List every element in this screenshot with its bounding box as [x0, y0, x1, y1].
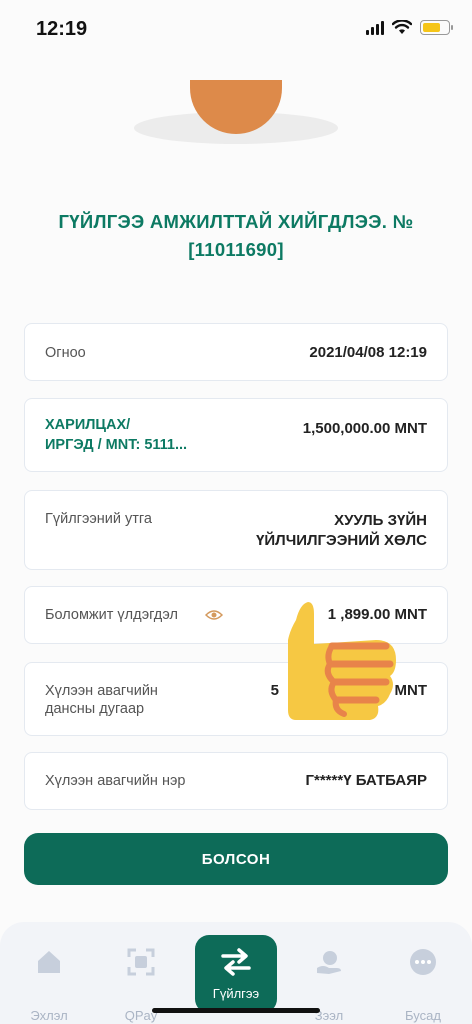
account-row: ХАРИЛЦАХ/ ИРГЭД / MNT: 5111... 1,500,000…	[24, 398, 448, 472]
receiver-account-label-line1: Хүлээн авагчийн	[45, 683, 158, 699]
description-value-line2: ҮЙЛЧИЛГЭЭНИЙ ХӨЛС	[256, 532, 427, 549]
eye-icon[interactable]	[205, 608, 223, 622]
description-value-line1: ХУУЛЬ ЗҮЙН	[334, 512, 427, 529]
receiver-account-label-line2: дансны дугаар	[45, 701, 145, 717]
balance-label: Боломжит үлдэгдэл	[45, 607, 178, 623]
wifi-icon	[392, 20, 412, 34]
date-row: Огноо 2021/04/08 12:19	[24, 323, 448, 381]
status-bar: 12:19	[0, 0, 472, 56]
thumbs-up-icon	[288, 602, 396, 720]
account-label-line2: ИРГЭД / MNT: 5111...	[45, 437, 188, 453]
description-row: Гүйлгээний утга ХУУЛЬ ЗҮЙН ҮЙЛЧИЛГЭЭНИЙ …	[24, 490, 448, 570]
home-indicator	[152, 1008, 320, 1013]
transfer-arrows-icon	[221, 948, 251, 976]
tab-transactions[interactable]: Гүйлгээ	[195, 935, 277, 1013]
receiver-name-row: Хүлээн авагчийн нэр Г*****Ү БАТБАЯР	[24, 752, 448, 810]
tab-home-label: Эхлэл	[30, 1008, 68, 1023]
amount-value: 1,500,000.00 MNT	[302, 420, 427, 437]
cellular-signal-icon	[366, 20, 384, 35]
description-label: Гүйлгээний утга	[45, 511, 152, 527]
tab-home[interactable]: Эхлэл	[8, 944, 90, 1024]
success-title: ГҮЙЛГЭЭ АМЖИЛТТАЙ ХИЙГДЛЭЭ. № [11011690]	[58, 211, 414, 260]
tab-more[interactable]: Бусад	[382, 944, 464, 1024]
status-time: 12:19	[36, 18, 88, 40]
loan-hand-icon	[317, 951, 341, 974]
receiver-name-value: Г*****Ү БАТБАЯР	[305, 772, 428, 789]
done-button[interactable]: БОЛСОН	[24, 833, 448, 885]
status-icons	[366, 20, 453, 35]
tab-more-label: Бусад	[405, 1008, 441, 1023]
receiver-name-label: Хүлээн авагчийн нэр	[45, 773, 186, 789]
battery-icon	[420, 20, 453, 35]
tab-transactions-label: Гүйлгээ	[212, 986, 260, 1001]
more-dots-icon	[410, 949, 436, 975]
qr-scan-icon	[127, 948, 155, 976]
receiver-account-value: 5	[270, 682, 279, 699]
date-label: Огноо	[45, 345, 86, 361]
home-icon	[38, 951, 60, 973]
date-value: 2021/04/08 12:19	[309, 344, 427, 361]
account-label-line1: ХАРИЛЦАХ/	[45, 417, 131, 433]
